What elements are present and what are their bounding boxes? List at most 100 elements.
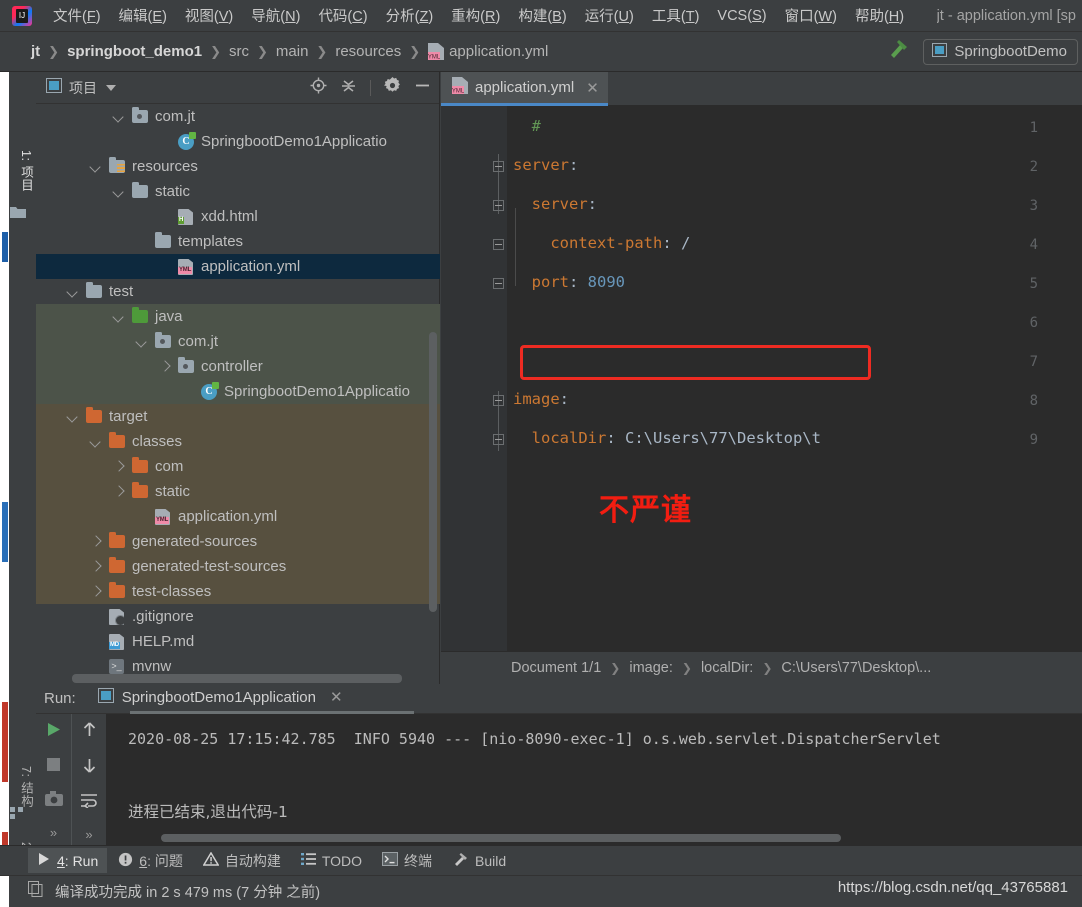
menu-item-6[interactable]: 重构(R) [442, 2, 509, 29]
tree-row[interactable]: controller [36, 354, 440, 379]
tree-row[interactable]: generated-test-sources [36, 554, 440, 579]
menu-item-0[interactable]: 文件(F) [44, 2, 110, 29]
menu-item-9[interactable]: 工具(T) [643, 2, 709, 29]
breadcrumb-item-4[interactable]: resources [334, 41, 402, 62]
editor-breadcrumb-item-0[interactable]: Document 1/1 [511, 660, 601, 676]
screenshot-icon[interactable] [44, 791, 63, 811]
editor-breadcrumb-item-3[interactable]: C:\Users\77\Desktop\... [781, 660, 931, 676]
menu-item-1[interactable]: 编辑(E) [110, 2, 176, 29]
close-icon[interactable]: ✕ [330, 688, 343, 706]
breadcrumb-item-3[interactable]: main [275, 41, 310, 62]
chevron-down-icon[interactable] [113, 110, 126, 123]
tree-row[interactable]: resources [36, 154, 440, 179]
chevron-right-icon[interactable] [159, 360, 172, 373]
chevron-down-icon[interactable] [90, 160, 103, 173]
collapse-all-icon[interactable] [340, 77, 357, 99]
menu-item-2[interactable]: 视图(V) [176, 2, 242, 29]
stop-icon[interactable] [46, 757, 61, 777]
code-line[interactable]: server: [513, 156, 578, 174]
bottom-tab-4[interactable]: 终端 [373, 847, 441, 875]
tree-row[interactable]: test-classes [36, 579, 440, 604]
editor-breadcrumb-item-2[interactable]: localDir: [701, 660, 753, 676]
tree-row[interactable]: com.jt [36, 329, 440, 354]
sidebar-item-structure[interactable]: 7: 结构 [0, 766, 36, 807]
chevron-right-icon[interactable] [113, 485, 126, 498]
chevron-right-icon[interactable] [90, 585, 103, 598]
chevron-down-icon[interactable] [67, 285, 80, 298]
locate-icon[interactable] [310, 77, 327, 99]
menu-item-5[interactable]: 分析(Z) [377, 2, 443, 29]
run-tab-springbootdemo1application[interactable]: SpringbootDemo1Application ✕ [97, 687, 343, 710]
tree-row[interactable]: generated-sources [36, 529, 440, 554]
menu-item-11[interactable]: 窗口(W) [776, 2, 846, 29]
more-icon[interactable]: » [50, 825, 57, 840]
close-icon[interactable]: ✕ [586, 79, 599, 97]
chevron-down-icon[interactable] [113, 185, 126, 198]
code-line[interactable]: localDir: C:\Users\77\Desktop\t [513, 429, 821, 447]
fold-toggle-icon[interactable] [493, 200, 504, 211]
breadcrumb-item-2[interactable]: src [228, 41, 250, 62]
fold-toggle-icon[interactable] [493, 161, 504, 172]
console-horizontal-scrollbar[interactable] [161, 834, 841, 842]
tree-row[interactable]: C SpringbootDemo1Applicatio [36, 379, 440, 404]
sidebar-item-project[interactable]: 1: 项目 [0, 150, 36, 191]
breadcrumb-item-5[interactable]: YML application.yml [427, 41, 549, 62]
chevron-down-icon[interactable] [90, 435, 103, 448]
breadcrumb-item-0[interactable]: jt [30, 41, 41, 62]
tree-vertical-scrollbar[interactable] [429, 332, 437, 612]
menu-item-12[interactable]: 帮助(H) [846, 2, 913, 29]
chevron-right-icon[interactable] [113, 460, 126, 473]
menu-item-4[interactable]: 代码(C) [309, 2, 376, 29]
fold-toggle-icon[interactable] [493, 434, 504, 445]
gear-icon[interactable] [384, 76, 401, 99]
tree-row[interactable]: Hxdd.html [36, 204, 440, 229]
chevron-right-icon[interactable] [90, 560, 103, 573]
bottom-tab-3[interactable]: TODO [292, 848, 371, 873]
editor-breadcrumb-item-1[interactable]: image: [629, 660, 673, 676]
bottom-tab-0[interactable]: 4: Run [28, 848, 108, 873]
tree-row[interactable]: YML application.yml [36, 504, 440, 529]
tree-row[interactable]: classes [36, 429, 440, 454]
tree-row[interactable]: C SpringbootDemo1Applicatio [36, 129, 440, 154]
tree-row[interactable]: .gitignore [36, 604, 440, 629]
chevron-down-icon[interactable] [113, 310, 126, 323]
hide-icon[interactable] [414, 77, 431, 99]
rerun-icon[interactable] [45, 721, 62, 743]
run-configuration-selector[interactable]: SpringbootDemo [923, 38, 1078, 65]
tree-row[interactable]: com.jt [36, 104, 440, 129]
tree-horizontal-scrollbar[interactable] [72, 674, 402, 683]
bottom-tab-2[interactable]: 自动构建 [194, 847, 290, 875]
bottom-tab-5[interactable]: Build [443, 847, 515, 874]
scroll-up-icon[interactable] [81, 721, 98, 743]
scroll-down-icon[interactable] [81, 757, 98, 779]
tree-row[interactable]: YML application.yml [36, 254, 440, 279]
more-icon-2[interactable]: » [85, 827, 92, 842]
code-line[interactable]: # [513, 117, 541, 135]
tree-row[interactable]: static [36, 479, 440, 504]
menu-item-8[interactable]: 运行(U) [576, 2, 643, 29]
console-output[interactable]: 2020-08-25 17:15:42.785 INFO 5940 --- [n… [106, 714, 1082, 845]
breadcrumb-item-1[interactable]: springboot_demo1 [66, 41, 203, 62]
tree-row[interactable]: target [36, 404, 440, 429]
fold-toggle-icon[interactable] [493, 278, 504, 289]
project-tree[interactable]: com.jt C SpringbootDemo1Applicatio resource… [36, 104, 440, 684]
code-line[interactable]: context-path: / [513, 234, 690, 252]
chevron-right-icon[interactable] [90, 535, 103, 548]
menu-item-10[interactable]: VCS(S) [708, 5, 775, 27]
code-editor[interactable]: 1 #2 server: 3 server: 4 context-path: / 5 p… [441, 106, 1082, 684]
tree-row[interactable]: test [36, 279, 440, 304]
fold-toggle-icon[interactable] [493, 395, 504, 406]
tree-row[interactable]: java [36, 304, 440, 329]
soft-wrap-icon[interactable] [80, 793, 98, 813]
code-line[interactable]: image: [513, 390, 569, 408]
chevron-down-icon[interactable] [67, 410, 80, 423]
code-line[interactable]: port: 8090 [513, 273, 625, 291]
fold-toggle-icon[interactable] [493, 239, 504, 250]
chevron-down-icon[interactable] [106, 84, 116, 91]
menu-item-3[interactable]: 导航(N) [242, 2, 309, 29]
chevron-down-icon[interactable] [136, 335, 149, 348]
editor-tab-application-yml[interactable]: YML application.yml ✕ [441, 72, 608, 106]
build-hammer-icon[interactable] [885, 36, 911, 67]
menu-item-7[interactable]: 构建(B) [509, 2, 575, 29]
tree-row[interactable]: templates [36, 229, 440, 254]
